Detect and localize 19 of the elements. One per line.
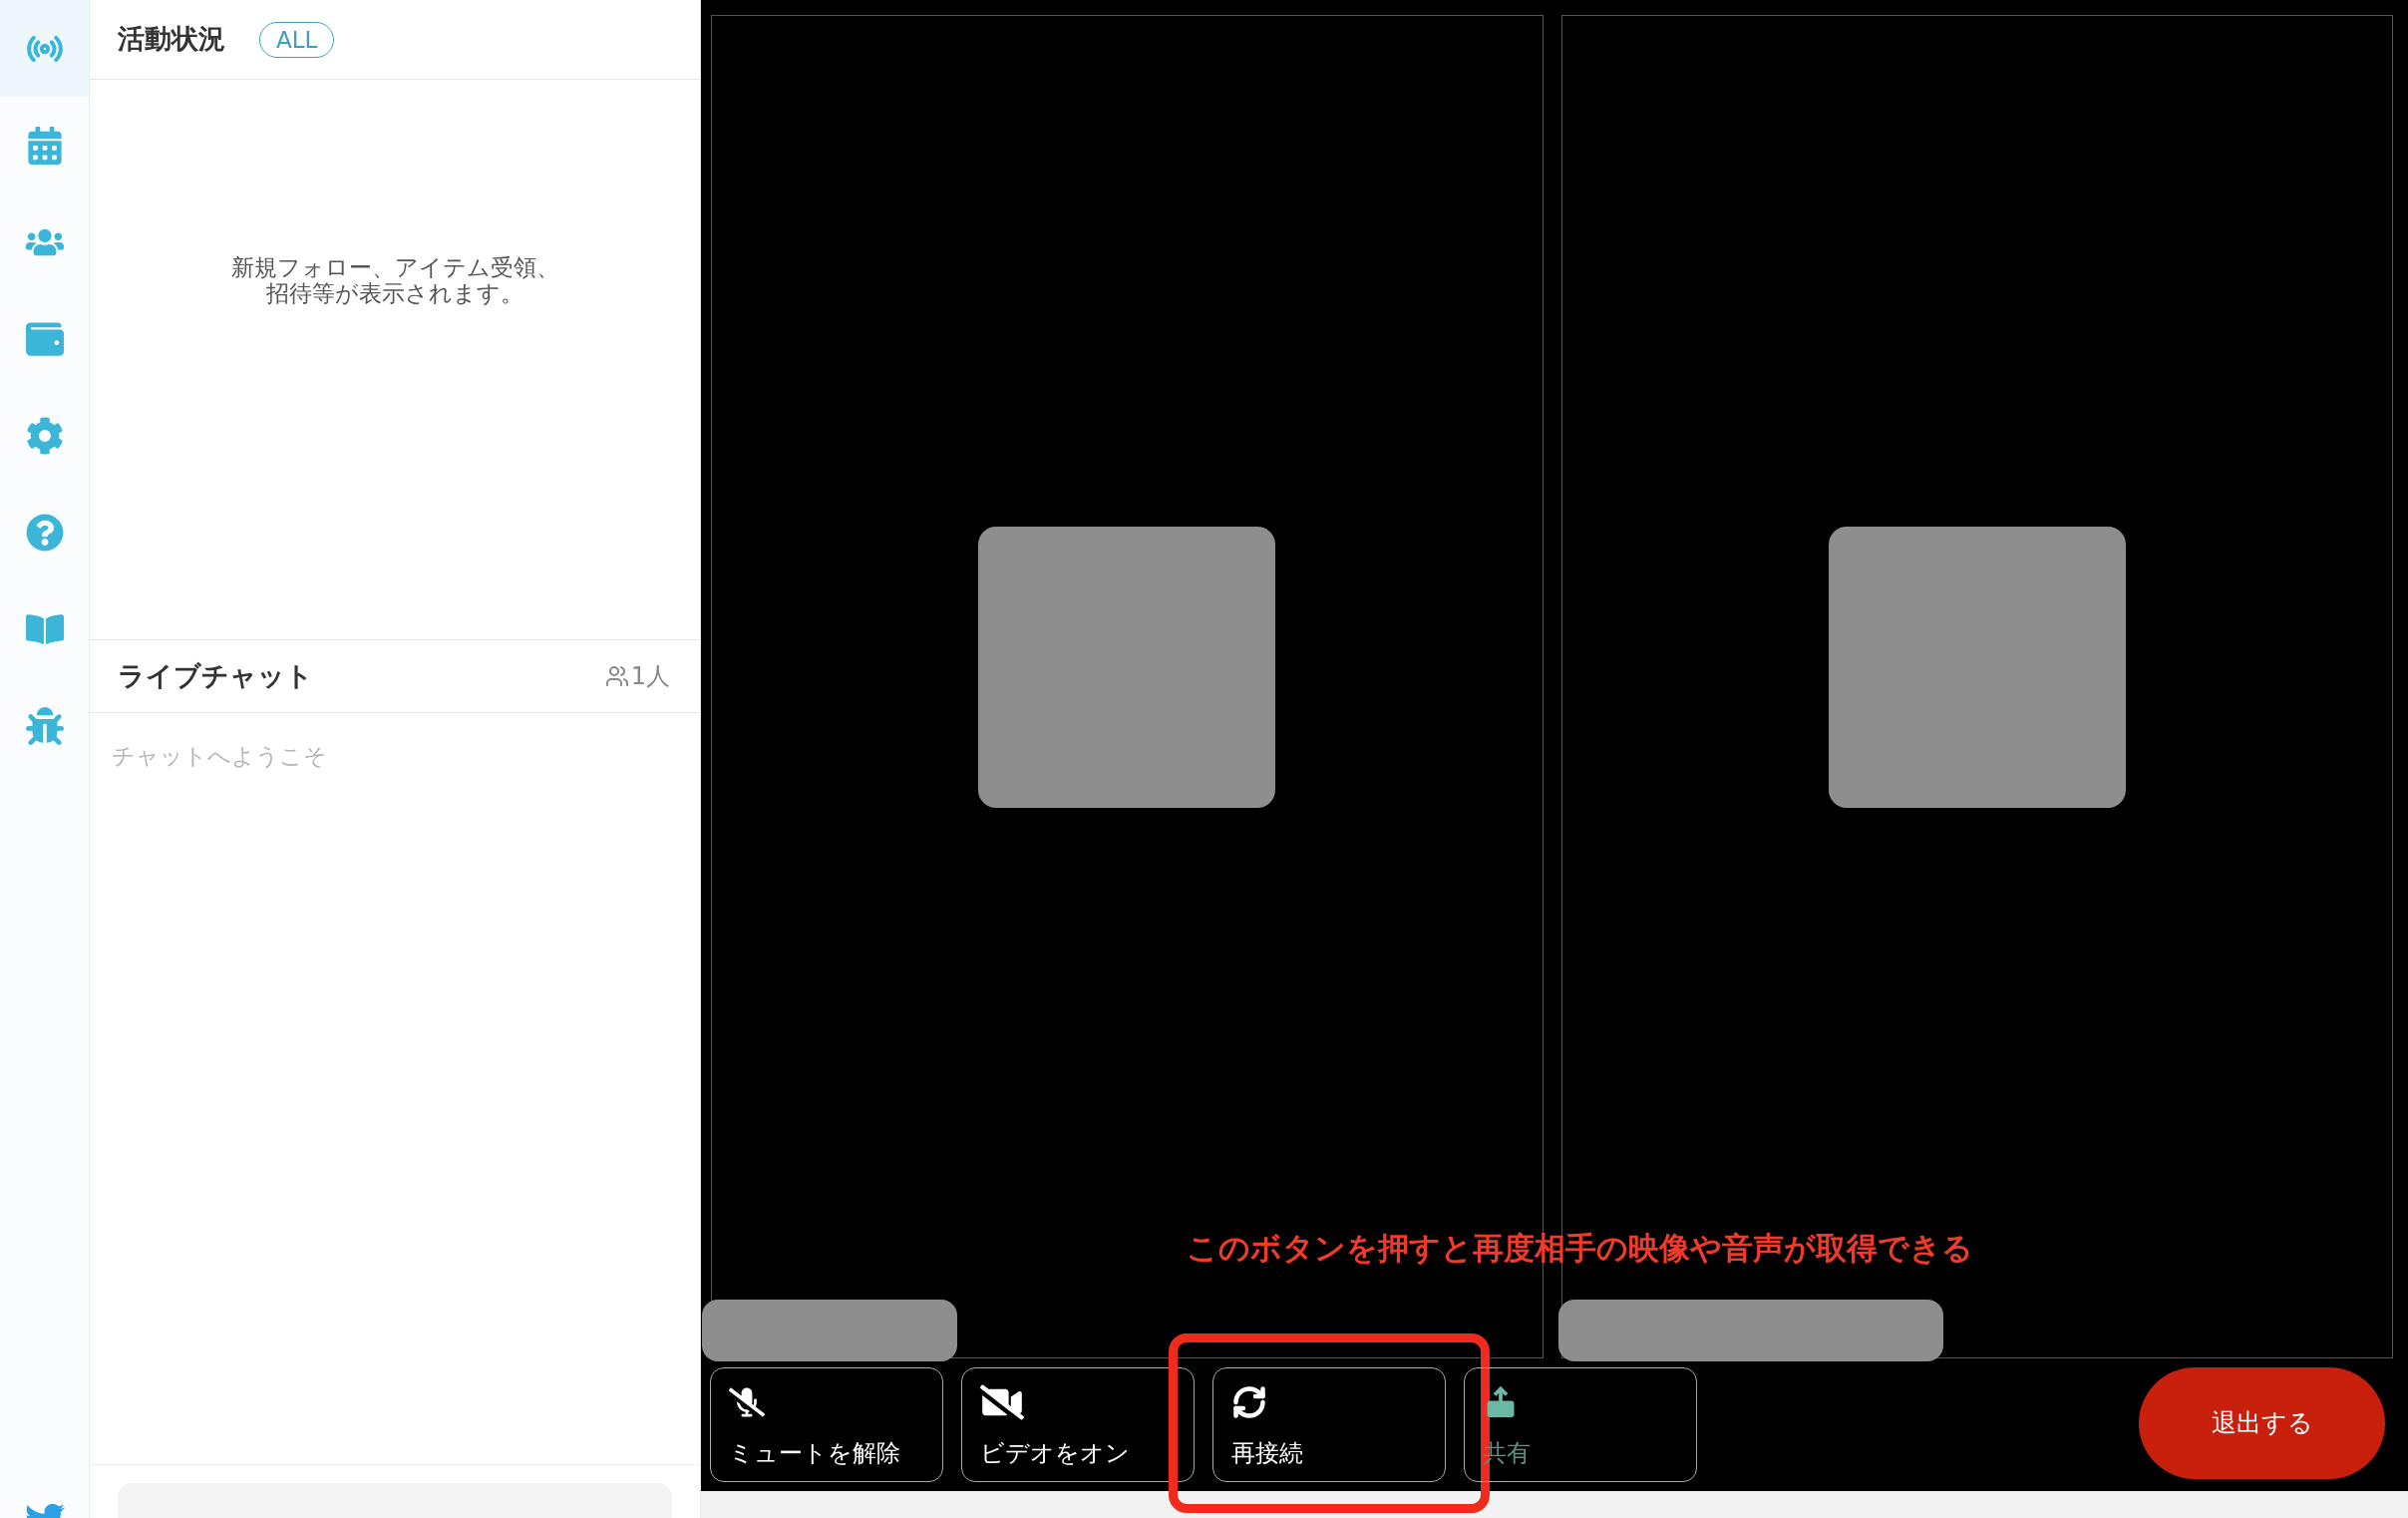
calendar-icon xyxy=(25,126,64,165)
welcome-message: チャットへようこそ xyxy=(112,743,327,769)
annotation-text: このボタンを押すと再度相手の映像や音声が取得できる xyxy=(1187,1229,1973,1268)
leave-button[interactable]: 退出する xyxy=(2139,1367,2385,1479)
bug-icon xyxy=(25,706,64,745)
control-button[interactable]: ビデオをオン xyxy=(961,1367,1195,1482)
activity-title: 活動状況 xyxy=(118,22,225,57)
control-button[interactable]: 再接続 xyxy=(1212,1367,1446,1482)
camera-off-icon xyxy=(980,1384,1024,1420)
sidebar-item[interactable] xyxy=(0,0,89,97)
control-button[interactable]: ミュートを解除 xyxy=(710,1367,943,1482)
chat-title: ライブチャット xyxy=(118,658,313,693)
settings-icon xyxy=(25,416,64,455)
wallet-icon xyxy=(25,319,64,358)
refresh-icon xyxy=(1231,1384,1267,1420)
member-count: 1人 xyxy=(630,661,670,692)
users-icon xyxy=(604,664,629,688)
empty-message: 新規フォロー、アイテム受領、招待等が表示されます。 xyxy=(230,254,559,308)
help-icon xyxy=(25,513,64,552)
